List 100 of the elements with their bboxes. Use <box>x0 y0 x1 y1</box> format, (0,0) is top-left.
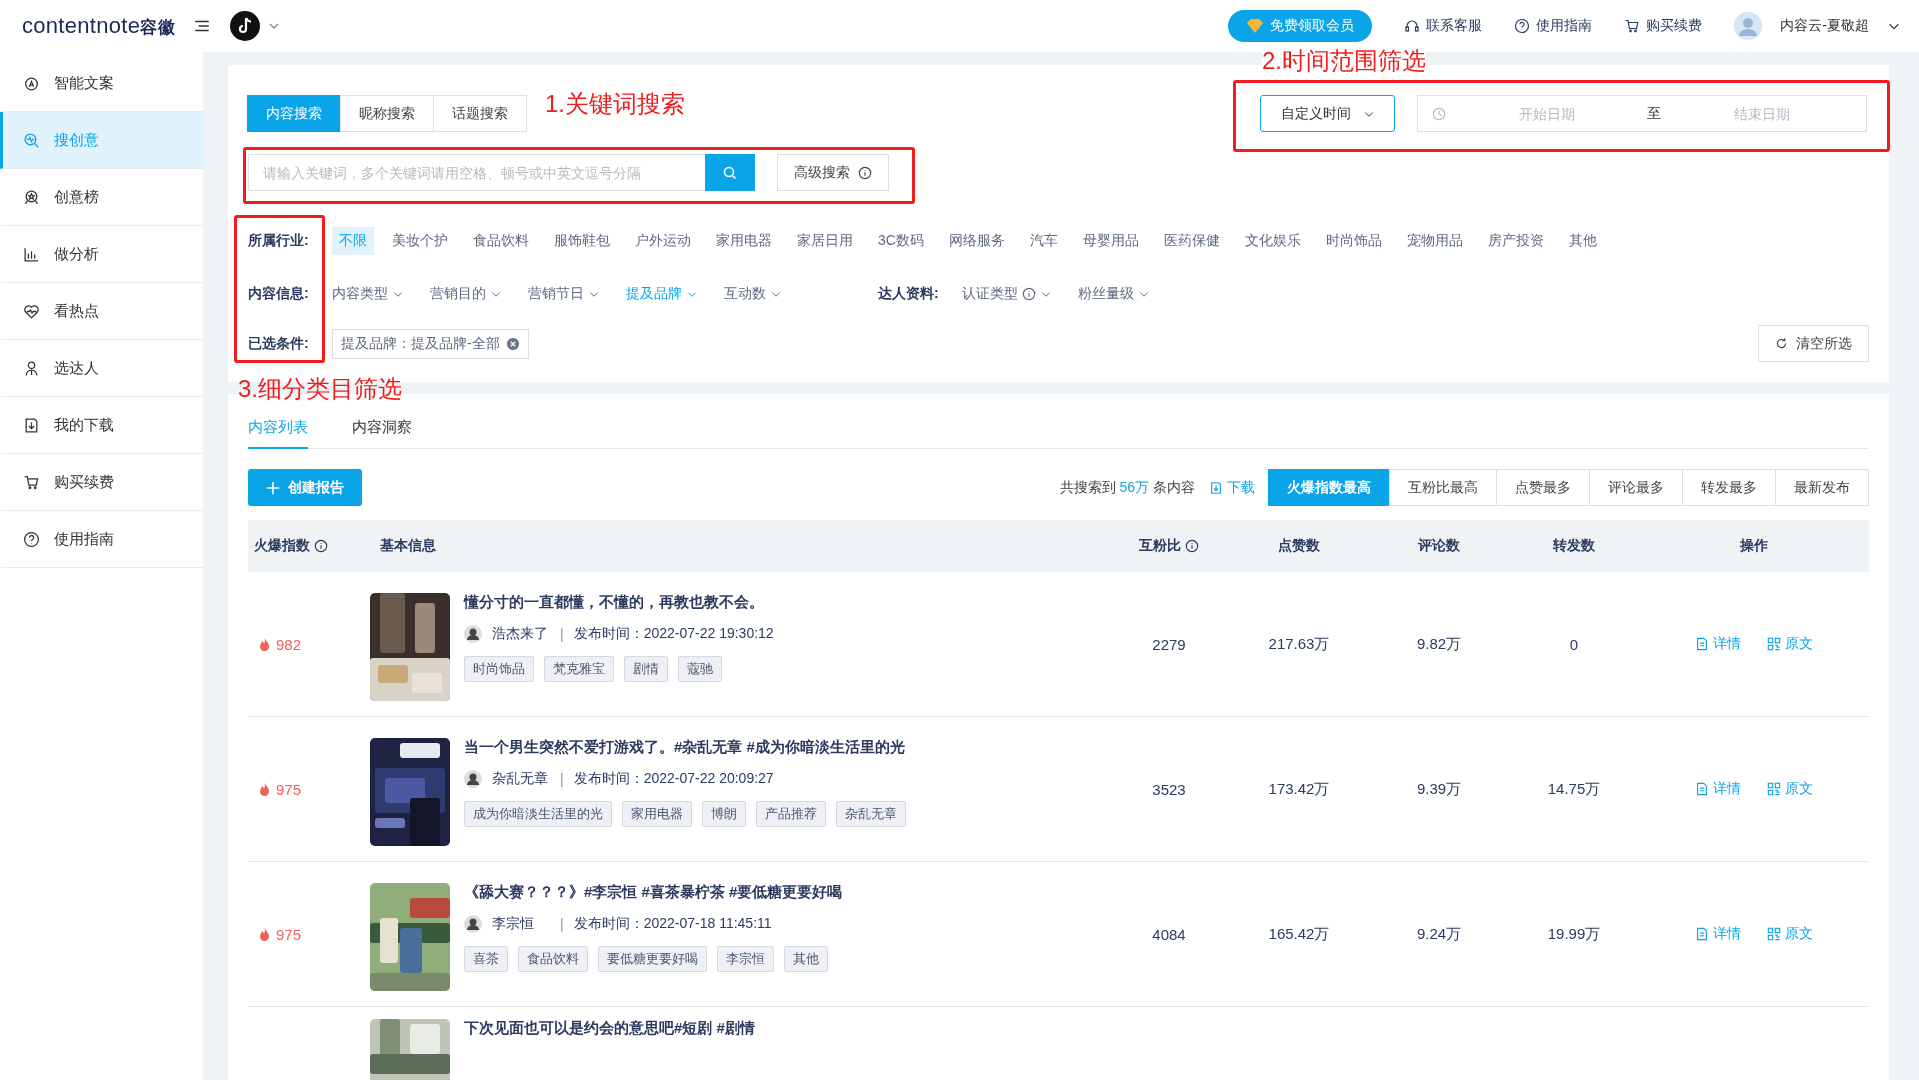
table-cell-text: 217.63万 <box>1267 634 1331 654</box>
search-tab[interactable]: 话题搜索 <box>433 95 527 132</box>
industry-option[interactable]: 其他 <box>1561 227 1604 255</box>
search-tab[interactable]: 昵称搜索 <box>340 95 434 132</box>
advanced-search-button[interactable]: 高级搜索 <box>777 154 889 191</box>
industry-option[interactable]: 家居日用 <box>790 227 860 255</box>
content-tag: 博朗 <box>702 801 746 827</box>
filter-label: 所属行业: <box>248 232 310 250</box>
sort-tab[interactable]: 互粉比最高 <box>1389 469 1497 506</box>
column-header: 点赞数 <box>1277 537 1321 555</box>
content-title[interactable]: 当一个男生突然不爱打游戏了。#杂乱无章 #成为你暗淡生活里的光 <box>464 738 906 757</box>
column-header: 互粉比 <box>1109 537 1229 555</box>
industry-option[interactable]: 美妆个护 <box>385 227 455 255</box>
content-tag: 成为你暗淡生活里的光 <box>464 801 612 827</box>
headset-icon <box>1404 18 1421 34</box>
clear-filters-button[interactable]: 清空所选 <box>1758 325 1869 362</box>
publish-time: 发布时间：2022-07-18 11:45:11 <box>573 915 772 933</box>
download-icon <box>1209 480 1223 495</box>
filter-dropdown[interactable]: 营销节日 <box>528 285 600 303</box>
table-cell-text: 9.24万 <box>1415 924 1463 944</box>
table-cell-text: 19.99万 <box>1546 924 1602 944</box>
meta-separator: | <box>560 771 564 787</box>
filter-dropdown[interactable]: 认证类型 <box>962 285 1052 303</box>
search-icon <box>23 131 40 149</box>
author-name: 浩杰来了 <box>492 625 549 643</box>
content-tag: 食品饮料 <box>518 946 588 972</box>
sort-tab[interactable]: 评论最多 <box>1589 469 1683 506</box>
info-icon <box>1022 287 1036 301</box>
selected-filter-tag[interactable]: 提及品牌：提及品牌-全部 <box>332 328 529 359</box>
column-header: 火爆指数 <box>248 537 370 555</box>
award-icon <box>23 188 40 206</box>
qr-code-icon <box>1767 637 1781 651</box>
industry-option[interactable]: 服饰鞋包 <box>547 227 617 255</box>
table-cell-text: 9.39万 <box>1415 779 1463 799</box>
content-tag: 蔻驰 <box>678 656 722 682</box>
filter-dropdown[interactable]: 互动数 <box>724 285 782 303</box>
sort-tab[interactable]: 点赞最多 <box>1496 469 1590 506</box>
content-tag: 产品推荐 <box>756 801 826 827</box>
content-title[interactable]: 《舔大赛？？？》#李宗恒 #喜茶暴柠茶 #要低糖更要好喝 <box>464 883 843 902</box>
table-cell-text: 173.42万 <box>1267 779 1331 799</box>
content-tag: 杂乱无章 <box>836 801 906 827</box>
column-header: 操作 <box>1739 537 1769 555</box>
document-icon <box>1695 782 1709 796</box>
app-logo[interactable]: contentnote容徽 <box>22 13 175 39</box>
person-icon <box>23 359 40 377</box>
filter-label: 达人资料: <box>878 285 940 303</box>
industry-option[interactable]: 宠物用品 <box>1399 227 1470 255</box>
content-title[interactable]: 懂分寸的一直都懂，不懂的，再教也教不会。 <box>464 593 774 612</box>
time-range-select[interactable]: 自定义时间 <box>1260 95 1395 132</box>
refresh-icon <box>1775 337 1788 350</box>
remove-icon[interactable] <box>505 336 520 351</box>
annotation-label: 1.关键词搜索 <box>545 89 685 119</box>
table-cell-text: 2279 <box>1151 635 1187 653</box>
filter-dropdown[interactable]: 营销目的 <box>430 285 502 303</box>
industry-option[interactable]: 医药保健 <box>1156 227 1227 255</box>
hot-score: 975 <box>248 780 370 798</box>
publish-time: 发布时间：2022-07-22 20:09:27 <box>573 770 774 788</box>
industry-option[interactable]: 食品饮料 <box>466 227 536 255</box>
industry-option[interactable]: 户外运动 <box>628 227 698 255</box>
column-header: 基本信息 <box>379 537 437 555</box>
info-icon <box>858 165 872 180</box>
author-avatar <box>464 625 482 643</box>
date-range-field[interactable]: 开始日期 至 结束日期 <box>1417 95 1867 132</box>
author-avatar <box>464 770 482 788</box>
filter-dropdown[interactable]: 内容类型 <box>332 285 404 303</box>
industry-option[interactable]: 汽车 <box>1022 227 1065 255</box>
header-link[interactable]: 购买续费 <box>1624 17 1703 35</box>
plus-icon <box>266 480 280 495</box>
filter-label: 内容信息: <box>248 285 310 303</box>
result-summary: 共搜索到 56万 条内容 <box>1059 478 1195 497</box>
document-icon <box>1695 927 1709 941</box>
help-icon <box>1514 18 1531 34</box>
industry-option[interactable]: 房产投资 <box>1480 227 1551 255</box>
content-tag: 喜茶 <box>464 946 508 972</box>
hot-score: 982 <box>248 635 370 653</box>
header-link[interactable]: 使用指南 <box>1514 17 1593 35</box>
help-icon <box>23 530 40 548</box>
cart-icon <box>23 473 40 491</box>
industry-option[interactable]: 文化娱乐 <box>1237 227 1308 255</box>
user-name: 内容云-夏敬超 <box>1780 17 1869 35</box>
filter-label: 已选条件: <box>248 334 310 353</box>
sort-tab[interactable]: 最新发布 <box>1775 469 1869 506</box>
industry-option[interactable]: 家用电器 <box>709 227 779 255</box>
results-tab[interactable]: 内容洞察 <box>352 412 412 449</box>
content-tag: 李宗恒 <box>717 946 774 972</box>
info-icon <box>314 539 328 553</box>
column-header: 评论数 <box>1416 537 1461 555</box>
sort-tab[interactable]: 转发最多 <box>1682 469 1776 506</box>
content-title[interactable]: 下次见面也可以是约会的意思吧#短剧 #剧情 <box>464 1019 755 1038</box>
filter-dropdown[interactable]: 粉丝量级 <box>1078 285 1150 303</box>
content-tag: 家用电器 <box>622 801 692 827</box>
search-field[interactable]: 请输入关键词，多个关键词请用空格、顿号或中英文逗号分隔 <box>248 154 705 191</box>
industry-option[interactable]: 3C数码 <box>871 227 931 255</box>
industry-option[interactable]: 时尚饰品 <box>1318 227 1389 255</box>
meta-separator: | <box>560 916 564 932</box>
bar-chart-icon <box>23 245 40 263</box>
header-link[interactable]: 联系客服 <box>1404 17 1483 35</box>
industry-option[interactable]: 网络服务 <box>941 227 1012 255</box>
industry-option[interactable]: 母婴用品 <box>1075 227 1146 255</box>
table-cell-text: 4084 <box>1151 925 1187 943</box>
